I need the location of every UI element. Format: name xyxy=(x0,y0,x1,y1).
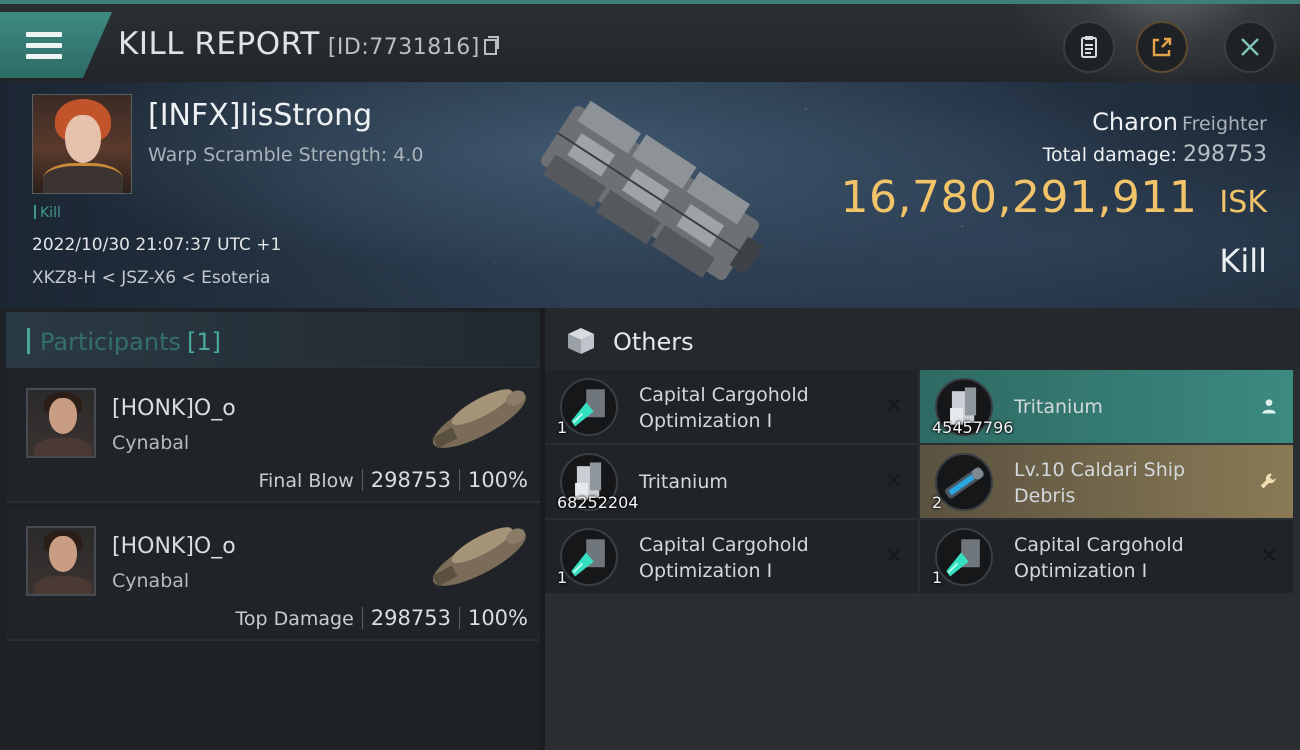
cynabal-ship-image xyxy=(432,389,526,449)
participant-role: Top Damage xyxy=(235,608,354,630)
victim-portrait[interactable] xyxy=(32,94,132,194)
item-quantity: 1 xyxy=(557,418,568,437)
participant-name: [HONK]O_o xyxy=(112,534,236,559)
report-id: [ID:7731816] xyxy=(327,35,480,60)
kill-result: Kill xyxy=(1219,242,1267,280)
participant-damage: 298753 xyxy=(370,468,451,492)
others-header: Others xyxy=(545,308,1300,370)
cynabal-ship-image xyxy=(432,527,526,587)
item-card-capital-cargohold-optimization[interactable]: 1 Capital Cargohold Optimization I ✕ xyxy=(545,520,918,593)
participant-row[interactable]: [HONK]O_o Cynabal Final Blow 298753 100% xyxy=(6,370,540,503)
freighter-ship-image xyxy=(540,100,764,280)
close-icon[interactable]: ✕ xyxy=(1257,544,1281,569)
clipboard-button[interactable] xyxy=(1063,21,1115,73)
participant-role: Final Blow xyxy=(258,470,354,492)
kill-location: XKZ8-H < JSZ-X6 < Esoteria xyxy=(32,268,271,288)
others-panel: Others 1 Capital Cargohold Optimization … xyxy=(540,308,1300,750)
page-title: KILL REPORT [ID:7731816] xyxy=(118,26,499,62)
item-quantity: 1 xyxy=(557,568,568,587)
item-card-tritanium[interactable]: 45457796 Tritanium xyxy=(920,370,1293,443)
person-icon[interactable] xyxy=(1257,394,1281,418)
participants-tab[interactable]: Participants [1] xyxy=(6,312,540,368)
isk-value: 16,780,291,911 xyxy=(840,172,1198,223)
participant-avatar[interactable] xyxy=(26,526,96,596)
victim-name[interactable]: [INFX]IisStrong xyxy=(148,98,372,133)
participants-title: Participants [1] xyxy=(40,328,221,356)
participant-avatar[interactable] xyxy=(26,388,96,458)
rig-icon xyxy=(560,528,618,586)
share-icon xyxy=(1152,37,1172,57)
total-damage: Total damage: 298753 xyxy=(1043,142,1267,167)
hamburger-icon xyxy=(26,32,62,65)
kill-tag: Kill xyxy=(34,205,61,221)
item-card-capital-cargohold-optimization[interactable]: 1 Capital Cargohold Optimization I ✕ xyxy=(920,520,1293,593)
cargo-box-icon xyxy=(568,328,594,354)
item-quantity: 68252204 xyxy=(557,493,639,512)
item-card-capital-cargohold-optimization[interactable]: 1 Capital Cargohold Optimization I ✕ xyxy=(545,370,918,443)
copy-icon[interactable] xyxy=(483,36,499,55)
item-quantity: 2 xyxy=(932,493,943,512)
menu-button[interactable] xyxy=(0,12,112,78)
debris-icon xyxy=(935,453,993,511)
isk-value-line: 16,780,291,911 ISK xyxy=(841,172,1267,223)
clipboard-icon xyxy=(1081,36,1097,58)
participant-percent: 100% xyxy=(467,606,528,630)
others-title: Others xyxy=(613,328,694,356)
item-quantity: 1 xyxy=(932,568,943,587)
isk-unit: ISK xyxy=(1219,185,1267,220)
title-text: KILL REPORT xyxy=(118,26,320,62)
participant-name: [HONK]O_o xyxy=(112,396,236,421)
participant-percent: 100% xyxy=(467,468,528,492)
item-name: Tritanium xyxy=(1014,396,1103,418)
victim-banner: [INFX]IisStrong Warp Scramble Strength: … xyxy=(0,82,1300,308)
wrench-icon[interactable] xyxy=(1257,469,1281,493)
close-icon xyxy=(1241,38,1259,56)
item-card-caldari-ship-debris[interactable]: 2 Lv.10 Caldari Ship Debris xyxy=(920,445,1293,518)
participants-panel: Participants [1] [HONK]O_o Cynabal Final … xyxy=(0,308,540,750)
close-icon[interactable]: ✕ xyxy=(882,469,906,494)
close-icon[interactable]: ✕ xyxy=(882,544,906,569)
item-name: Capital Cargohold Optimization I xyxy=(639,384,809,432)
participant-ship: Cynabal xyxy=(112,570,190,592)
item-quantity: 45457796 xyxy=(932,418,1014,437)
participant-stats: Final Blow 298753 100% xyxy=(258,468,528,492)
rig-icon xyxy=(935,528,993,586)
item-name: Tritanium xyxy=(639,471,728,493)
kill-datetime: 2022/10/30 21:07:37 UTC +1 xyxy=(32,235,282,255)
rig-icon xyxy=(560,378,618,436)
item-name: Capital Cargohold Optimization I xyxy=(1014,534,1184,582)
warp-scramble-strength: Warp Scramble Strength: 4.0 xyxy=(148,144,424,166)
participant-damage: 298753 xyxy=(370,606,451,630)
ship-name: Charon xyxy=(1092,108,1179,136)
close-button[interactable] xyxy=(1224,21,1276,73)
close-icon[interactable]: ✕ xyxy=(882,394,906,419)
share-button[interactable] xyxy=(1136,21,1188,73)
total-damage-value: 298753 xyxy=(1183,142,1267,167)
total-damage-label: Total damage: xyxy=(1042,144,1178,166)
participant-stats: Top Damage 298753 100% xyxy=(236,606,529,630)
item-name: Lv.10 Caldari Ship Debris xyxy=(1014,459,1186,507)
participant-row[interactable]: [HONK]O_o Cynabal Top Damage 298753 100% xyxy=(6,508,540,641)
participant-ship: Cynabal xyxy=(112,432,190,454)
ship-class: Freighter xyxy=(1182,113,1267,135)
item-card-tritanium[interactable]: 68252204 Tritanium ✕ xyxy=(545,445,918,518)
victim-ship: Charon Freighter xyxy=(1092,108,1267,136)
item-name: Capital Cargohold Optimization I xyxy=(639,534,809,582)
participants-count: [1] xyxy=(186,328,221,356)
window-header: KILL REPORT [ID:7731816] xyxy=(0,0,1300,86)
